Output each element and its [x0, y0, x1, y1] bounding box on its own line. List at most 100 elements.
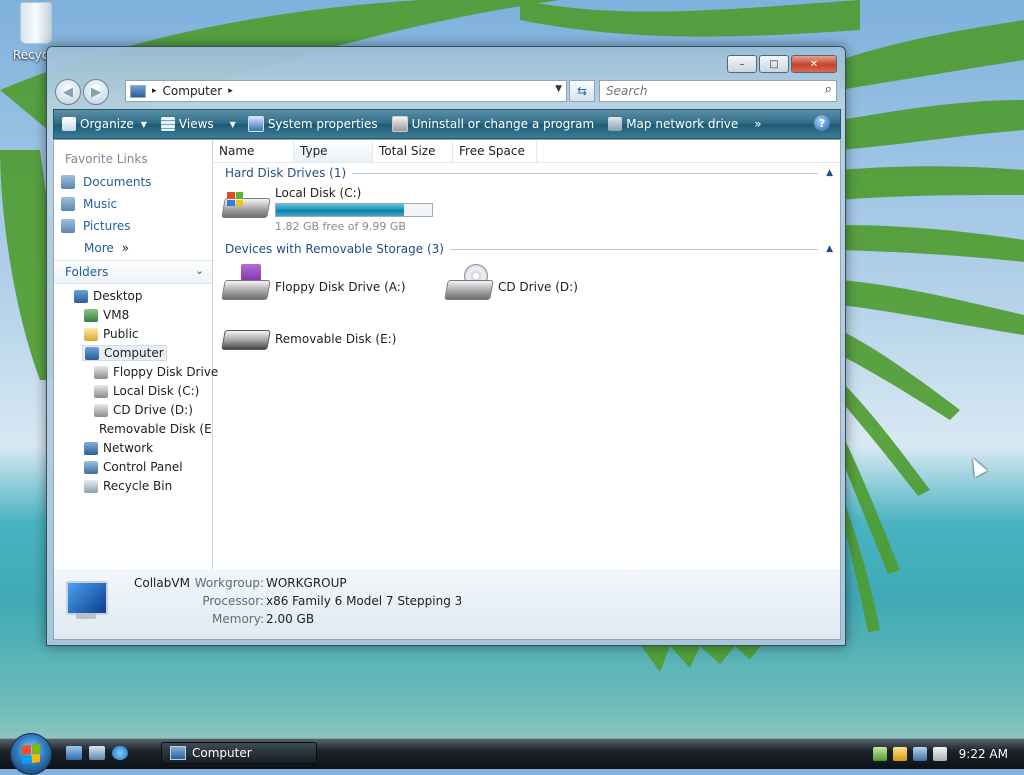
navigation-pane: Favorite Links Documents Music Pictures …	[54, 140, 218, 570]
volume-muted-icon[interactable]	[932, 747, 947, 761]
breadcrumb-arrow-icon[interactable]: ▸	[228, 86, 233, 96]
tree-item-network[interactable]: Network	[84, 441, 153, 455]
folders-header[interactable]: Folders ⌄	[54, 260, 212, 284]
computer-icon	[130, 84, 146, 98]
collapse-arrow-icon[interactable]: ▲	[826, 244, 833, 254]
map-network-drive-button[interactable]: Map network drive	[608, 117, 738, 131]
tree-item-desktop[interactable]: Desktop	[74, 289, 143, 303]
removable-disk-icon	[221, 316, 271, 356]
cd-drive-icon	[444, 264, 494, 304]
drive-removable-e[interactable]: Removable Disk (E:)	[221, 316, 396, 356]
breadcrumb-arrow-icon[interactable]: ▸	[152, 86, 157, 96]
close-button[interactable]: ✕	[791, 55, 837, 73]
computer-name: CollabVM	[134, 576, 190, 590]
tree-item-vm8[interactable]: VM8	[84, 308, 129, 322]
favorite-links-title: Favorite Links	[65, 152, 148, 166]
breadcrumb: ▸ Computer ▸	[130, 84, 233, 98]
tree-item-control-panel[interactable]: Control Panel	[84, 460, 183, 474]
refresh-button[interactable]: ⇆	[569, 80, 595, 102]
more-label: More	[84, 241, 114, 255]
map-network-drive-label: Map network drive	[626, 117, 739, 131]
taskbar-button-computer[interactable]: Computer	[161, 742, 317, 764]
address-bar[interactable]: ▸ Computer ▸ ▼	[125, 80, 567, 102]
file-list-pane: Name Type Total Size Free Space Hard Dis…	[213, 140, 840, 570]
system-properties-button[interactable]: System properties	[247, 116, 378, 132]
tree-item-cd-drive-d[interactable]: CD Drive (D:)	[94, 403, 193, 417]
column-header-name[interactable]: Name	[213, 140, 294, 162]
drive-label: Local Disk (C:)	[275, 186, 362, 200]
tree-item-public[interactable]: Public	[84, 327, 139, 341]
favorite-link-label: Documents	[83, 175, 152, 189]
processor-label: Processor:	[202, 594, 264, 608]
search-icon[interactable]: ⌕	[825, 82, 832, 97]
favorite-link-label: Pictures	[83, 219, 131, 233]
drive-local-disk-c[interactable]: Local Disk (C:) 1.82 GB free of 9.99 GB	[221, 186, 433, 233]
more-commands-button[interactable]: »	[754, 117, 761, 131]
group-hard-disk-drives[interactable]: Hard Disk Drives (1) ▲	[225, 164, 833, 182]
computer-window: – □ ✕ ◀ ▶ ▸ Computer ▸ ▼ ⇆ ⌕ Organize ▼	[46, 46, 846, 646]
help-button[interactable]: ?	[814, 115, 830, 131]
drive-cd-d[interactable]: CD Drive (D:)	[444, 264, 578, 304]
favorite-link-music[interactable]: Music	[61, 197, 117, 211]
computer-icon	[170, 746, 186, 760]
views-button[interactable]: Views ▼	[160, 117, 236, 131]
double-chevron-icon: »	[121, 241, 130, 255]
maximize-button[interactable]: □	[759, 55, 789, 73]
clock[interactable]: 9:22 AM	[959, 747, 1008, 761]
column-header-type[interactable]: Type	[294, 140, 373, 162]
tree-item-removable-disk-e[interactable]: Removable Disk (E:)	[94, 422, 212, 436]
views-label: Views	[178, 117, 214, 131]
double-chevron-icon: »	[754, 117, 762, 131]
tree-item-label: Network	[103, 441, 154, 455]
search-input[interactable]	[604, 83, 808, 99]
group-header-label: Hard Disk Drives (1)	[225, 166, 347, 180]
favorite-link-label: Music	[83, 197, 118, 211]
uninstall-program-button[interactable]: Uninstall or change a program	[391, 116, 594, 132]
column-header-free-space[interactable]: Free Space	[453, 140, 537, 162]
hard-disk-icon	[221, 186, 271, 226]
disk-usage-fill	[276, 204, 404, 216]
recycle-bin-icon	[84, 479, 98, 493]
drive-label: Removable Disk (E:)	[275, 332, 397, 346]
system-properties-label: System properties	[267, 117, 378, 131]
favorite-links-more[interactable]: More »	[84, 241, 129, 255]
tree-item-local-disk-c[interactable]: Local Disk (C:)	[94, 384, 199, 398]
search-box: ⌕	[599, 80, 837, 102]
collapse-arrow-icon[interactable]: ▲	[826, 168, 833, 178]
network-tray-icon[interactable]	[912, 747, 927, 761]
internet-explorer-icon[interactable]	[112, 746, 128, 760]
organize-icon	[62, 117, 76, 131]
address-dropdown-icon[interactable]: ▼	[555, 84, 562, 94]
details-pane: CollabVM Workgroup: WORKGROUP Processor:…	[53, 569, 841, 640]
tree-item-recycle-bin[interactable]: Recycle Bin	[84, 479, 172, 493]
start-button[interactable]	[10, 733, 52, 775]
tray-security-icon[interactable]	[872, 747, 887, 761]
minimize-button[interactable]: –	[727, 55, 757, 73]
command-bar: Organize ▼ Views ▼ System properties Uni…	[53, 109, 841, 139]
switch-windows-icon[interactable]	[89, 746, 105, 760]
computer-monitor-icon	[62, 581, 110, 621]
tree-item-computer[interactable]: Computer	[82, 345, 167, 361]
column-header-total-size[interactable]: Total Size	[373, 140, 453, 162]
tree-item-floppy[interactable]: Floppy Disk Drive	[94, 365, 218, 379]
taskbar-button-label: Computer	[192, 746, 252, 760]
breadcrumb-computer[interactable]: Computer	[163, 84, 223, 98]
shield-icon[interactable]	[892, 747, 907, 761]
network-icon	[84, 441, 98, 455]
chevron-down-icon: ▼	[140, 119, 147, 129]
forward-button[interactable]: ▶	[83, 79, 109, 105]
organize-button[interactable]: Organize ▼	[62, 117, 147, 131]
favorite-link-pictures[interactable]: Pictures	[61, 219, 131, 233]
favorite-link-documents[interactable]: Documents	[61, 175, 151, 189]
drive-floppy-a[interactable]: Floppy Disk Drive (A:)	[221, 264, 406, 304]
floppy-drive-icon	[221, 264, 271, 304]
group-removable-storage[interactable]: Devices with Removable Storage (3) ▲	[225, 240, 833, 258]
desktop-icon	[74, 289, 88, 303]
folders-title: Folders	[65, 265, 109, 279]
pictures-icon	[61, 219, 75, 233]
group-divider	[449, 248, 819, 250]
network-drive-icon	[608, 117, 623, 131]
show-desktop-icon[interactable]	[66, 746, 82, 760]
back-button[interactable]: ◀	[55, 79, 81, 105]
hard-disk-icon	[94, 384, 108, 398]
